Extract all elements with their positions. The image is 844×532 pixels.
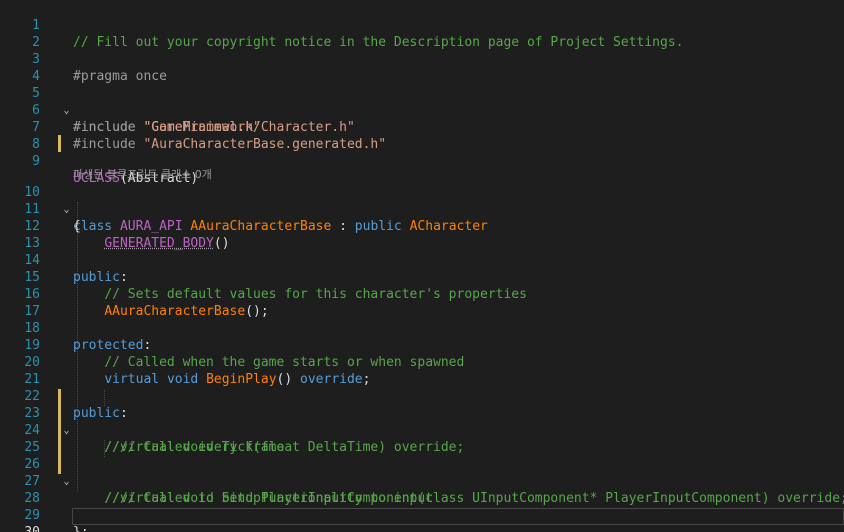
code-line[interactable]: 8: [0, 119, 844, 152]
code-line[interactable]: 10 ⌄ class AURA_API AAuraCharacterBase :…: [0, 167, 844, 234]
code-line[interactable]: 15 // Sets default values for this chara…: [0, 252, 844, 302]
code-line-active[interactable]: 30: [0, 507, 844, 532]
code-line[interactable]: 21: [0, 354, 844, 387]
code-line[interactable]: 29 };: [0, 490, 844, 532]
code-line[interactable]: 17: [0, 286, 844, 319]
code-line[interactable]: 12 GENERATED_BODY(): [0, 201, 844, 251]
code-line[interactable]: 23 ⌄ //// Called every frame: [0, 388, 844, 455]
code-editor[interactable]: 1 // Fill out your copyright notice in t…: [0, 0, 844, 532]
code-line[interactable]: 28: [0, 473, 844, 506]
code-line[interactable]: 7 #include "AuraCharacterBase.generated.…: [0, 102, 844, 152]
code-line[interactable]: 25: [0, 422, 844, 455]
code-line[interactable]: 3 #pragma once: [0, 34, 844, 84]
code-line[interactable]: 20 virtual void BeginPlay() override;: [0, 337, 844, 387]
line-number-active: 30: [0, 524, 40, 532]
code-line[interactable]: 6 #include "GameFramework/Character.h": [0, 85, 844, 135]
code-line[interactable]: 16 AAuraCharacterBase();: [0, 269, 844, 319]
code-line[interactable]: 1 // Fill out your copyright notice in t…: [0, 0, 844, 50]
code-line[interactable]: 27 //virtual void SetupPlayerInputCompon…: [0, 456, 844, 506]
code-line[interactable]: 4: [0, 51, 844, 84]
code-line[interactable]: 19 // Called when the game starts or whe…: [0, 320, 844, 370]
codelens-row[interactable]: 파생된 블루프린트 클래스 0개: [0, 151, 844, 181]
code-line[interactable]: 11 {: [0, 184, 844, 234]
code-line[interactable]: 22 public:: [0, 371, 844, 421]
code-line[interactable]: 2: [0, 17, 844, 50]
close-brace: };: [73, 525, 89, 532]
code-line[interactable]: 5 ⌄ #include "CoreMinimal.h": [0, 68, 844, 135]
code-line[interactable]: 26 ⌄ //// Called to bind functionality t…: [0, 439, 844, 506]
code-line[interactable]: 13: [0, 218, 844, 251]
code-line[interactable]: 18 protected:: [0, 303, 844, 353]
code-line[interactable]: 14 public:: [0, 235, 844, 285]
code-line[interactable]: 24 //virtual void Tick(float DeltaTime) …: [0, 405, 844, 455]
